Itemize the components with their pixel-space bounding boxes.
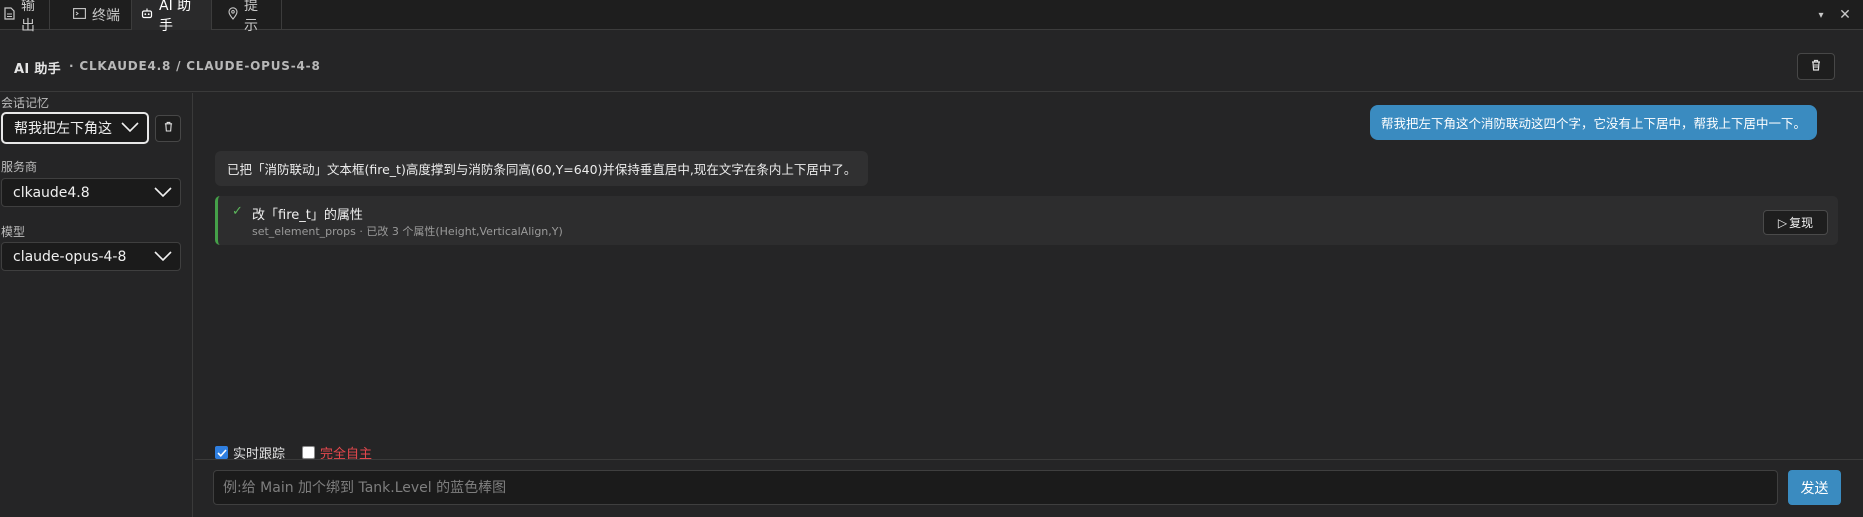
replay-label: 复现 <box>1789 216 1814 230</box>
tab-output[interactable]: 输出 <box>0 0 50 34</box>
model-label: 模型 <box>1 225 26 239</box>
session-select[interactable]: 帮我把左下角这 <box>1 112 149 144</box>
provider-select-value: clkaude4.8 <box>13 184 90 201</box>
tab-terminal[interactable]: 终端 <box>50 0 132 30</box>
assistant-message-bubble: 已把「消防联动」文本框(fire_t)高度撑到与消防条同高(60,Y=640)并… <box>215 151 869 186</box>
user-message-bubble: 帮我把左下角这个消防联动这四个字，它没有上下居中，帮我上下居中一下。 <box>1370 105 1818 140</box>
tab-label: 输出 <box>21 0 35 34</box>
play-icon: ▷ <box>1777 215 1788 230</box>
tab-label: 提示 <box>244 0 258 34</box>
tool-call-description: set_element_props · 已改 3 个属性(Height,Vert… <box>252 225 563 238</box>
robot-icon <box>141 7 153 23</box>
chevron-down-icon <box>154 185 172 201</box>
trash-icon <box>164 121 173 136</box>
provider-select[interactable]: clkaude4.8 <box>1 178 181 207</box>
fully-autonomous-checkbox[interactable] <box>302 446 315 459</box>
session-memory-label: 会话记忆 <box>1 96 50 110</box>
check-icon: ✓ <box>232 204 243 219</box>
tab-ai-assistant[interactable]: AI 助手 <box>132 0 212 34</box>
tab-label: 终端 <box>92 8 120 24</box>
close-panel-icon[interactable]: ✕ <box>1834 0 1856 30</box>
send-button[interactable]: 发送 <box>1788 470 1841 505</box>
terminal-icon <box>73 7 86 23</box>
replay-button[interactable]: ▷ 复现 <box>1763 210 1828 235</box>
composer-divider <box>195 459 1863 460</box>
model-select[interactable]: claude-opus-4-8 <box>1 242 181 271</box>
chevron-down-icon <box>121 120 139 136</box>
pin-icon <box>228 6 238 24</box>
page-title: AI 助手 <box>14 62 61 77</box>
model-select-value: claude-opus-4-8 <box>13 248 127 265</box>
document-icon <box>4 6 15 24</box>
provider-model-breadcrumb: · CLKAUDE4.8 / CLAUDE-OPUS-4-8 <box>69 59 321 73</box>
trash-icon <box>1811 59 1821 75</box>
tool-call-card: ✓ 改「fire_t」的属性 set_element_props · 已改 3 … <box>215 196 1838 245</box>
tool-call-title: 改「fire_t」的属性 <box>252 208 363 223</box>
session-select-value: 帮我把左下角这 <box>14 121 112 137</box>
panel-menu-chevron-icon[interactable]: ▾ <box>1810 0 1832 30</box>
assistant-header: AI 助手 · CLKAUDE4.8 / CLAUDE-OPUS-4-8 <box>0 31 1863 92</box>
delete-session-button[interactable] <box>155 115 181 142</box>
provider-label: 服务商 <box>1 160 38 174</box>
settings-sidebar <box>0 93 193 517</box>
clear-chat-button[interactable] <box>1797 53 1835 80</box>
realtime-tracking-checkbox[interactable] <box>215 446 228 459</box>
chevron-down-icon <box>154 249 172 265</box>
chat-input[interactable] <box>213 470 1778 505</box>
tab-hints[interactable]: 提示 <box>212 0 282 34</box>
panel-tab-bar: 输出 终端 AI 助手 提示 ▾ ✕ <box>0 0 1863 34</box>
tab-label: AI 助手 <box>159 0 192 34</box>
